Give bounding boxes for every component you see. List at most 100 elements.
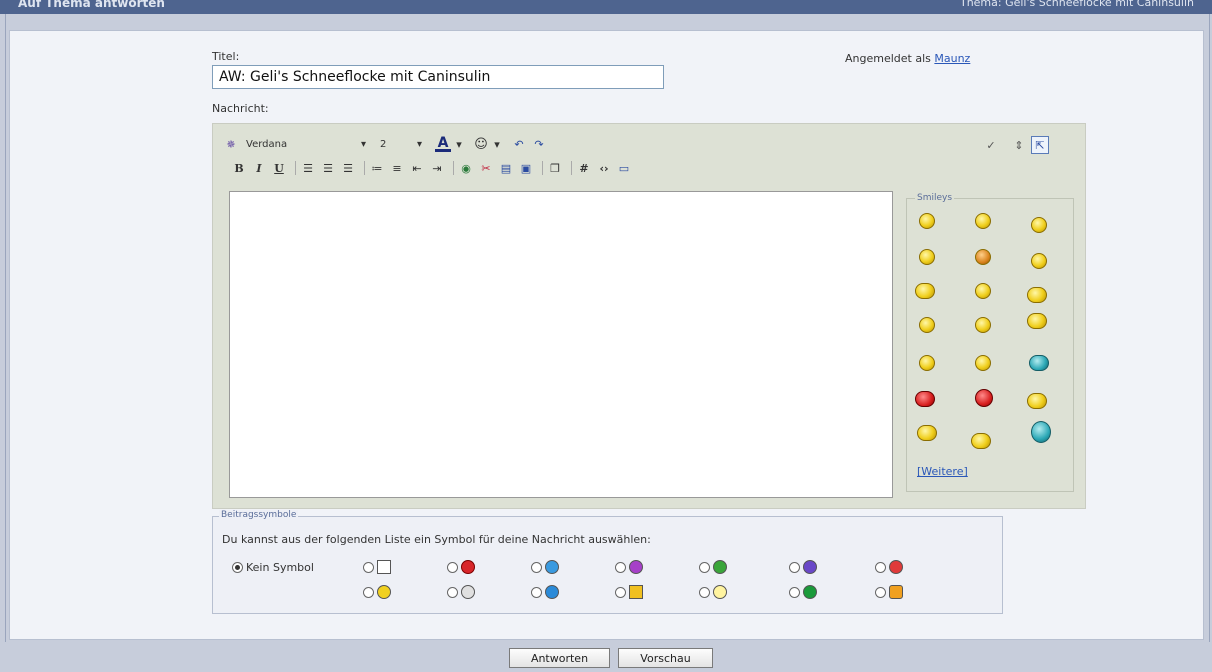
preview-button[interactable]: Vorschau	[618, 648, 713, 668]
post-icon-option[interactable]	[699, 560, 727, 574]
cool-icon	[461, 585, 475, 599]
heart-smiley-icon[interactable]	[975, 389, 993, 407]
italic-icon[interactable]: I	[251, 160, 267, 176]
radio-button[interactable]	[447, 561, 458, 573]
angry-icon	[713, 560, 727, 574]
wrap-php-icon[interactable]: ▭	[616, 160, 632, 176]
smiley-picker-icon[interactable]: ☺	[473, 136, 489, 152]
logged-in-prefix: Angemeldet als	[845, 52, 931, 65]
post-icon-option[interactable]	[531, 585, 559, 599]
username-link[interactable]: Maunz	[934, 52, 970, 65]
post-icon-none[interactable]: Kein Symbol	[232, 561, 314, 574]
insert-image-icon[interactable]: ▣	[518, 160, 534, 176]
smiley-icon[interactable]	[975, 249, 991, 265]
post-icon-option[interactable]	[363, 585, 391, 599]
underline-icon[interactable]: U	[271, 160, 287, 176]
post-icon-option[interactable]	[447, 560, 475, 574]
remove-link-icon[interactable]: ✂	[478, 160, 494, 176]
post-icon-option[interactable]	[447, 585, 475, 599]
chevron-down-icon[interactable]: ▾	[455, 136, 463, 152]
post-icon-option[interactable]	[699, 585, 727, 599]
smiley-icon[interactable]	[971, 433, 991, 449]
align-left-icon[interactable]: ☰	[300, 160, 316, 176]
thread-title: Thema: Geli's Schneeflocke mit Caninsuli…	[959, 0, 1194, 9]
radio-button[interactable]	[615, 561, 626, 573]
radio-button[interactable]	[363, 586, 374, 598]
wrap-code-icon[interactable]: #	[576, 160, 592, 176]
title-input[interactable]	[212, 65, 664, 89]
post-icon-option[interactable]	[363, 560, 391, 574]
chevron-down-icon[interactable]: ▾	[493, 136, 501, 152]
outdent-icon[interactable]: ⇤	[409, 160, 425, 176]
insert-attachment-icon[interactable]: ▤	[498, 160, 514, 176]
smiley-icon[interactable]	[919, 317, 935, 333]
smiley-icon[interactable]	[1027, 393, 1047, 409]
message-textarea[interactable]	[229, 191, 893, 498]
more-smileys-link[interactable]: [Weitere]	[917, 465, 968, 478]
logged-in-info: Angemeldet als Maunz	[845, 52, 970, 65]
align-right-icon[interactable]: ☰	[340, 160, 356, 176]
post-icon-option[interactable]	[615, 585, 643, 599]
radio-button[interactable]	[447, 586, 458, 598]
smiley-icon[interactable]	[975, 317, 991, 333]
smiley-icon[interactable]	[919, 355, 935, 371]
redo-icon[interactable]: ↷	[531, 136, 547, 152]
align-center-icon[interactable]: ☰	[320, 160, 336, 176]
radio-button[interactable]	[699, 586, 710, 598]
smiley-icon[interactable]	[975, 213, 991, 229]
post-icon-option[interactable]	[875, 585, 903, 599]
quote-icon[interactable]: ❐	[547, 160, 563, 176]
post-icon-option[interactable]	[789, 560, 817, 574]
smiley-icon[interactable]	[975, 355, 991, 371]
bold-icon[interactable]: B	[231, 160, 247, 176]
size-select[interactable]: 2 ▾	[377, 136, 425, 152]
radio-button[interactable]	[615, 586, 626, 598]
smiley-icon[interactable]	[1027, 313, 1047, 329]
smiley-icon[interactable]	[919, 249, 935, 265]
smiley-icon[interactable]	[1031, 421, 1051, 443]
post-icon-option[interactable]	[615, 560, 643, 574]
post-icon-option[interactable]	[531, 560, 559, 574]
message-label: Nachricht:	[212, 102, 269, 115]
font-select[interactable]: Verdana ▾	[243, 136, 369, 152]
radio-button[interactable]	[789, 586, 800, 598]
resize-icon[interactable]: ⇕	[1011, 137, 1027, 153]
unordered-list-icon[interactable]: ≡	[389, 160, 405, 176]
happy-icon	[377, 585, 391, 599]
radio-button[interactable]	[363, 561, 374, 573]
wrap-html-icon[interactable]: ‹›	[596, 160, 612, 176]
smiley-icon[interactable]	[1029, 355, 1049, 371]
smiley-icon[interactable]	[1027, 287, 1047, 303]
spellcheck-icon[interactable]: ✓	[983, 137, 999, 153]
remove-format-icon[interactable]: ✵	[223, 136, 239, 152]
chevron-down-icon: ▾	[360, 138, 366, 150]
toolbar-divider	[542, 161, 543, 175]
ordered-list-icon[interactable]: ≔	[369, 160, 385, 176]
smiley-icon[interactable]	[915, 283, 935, 299]
button-bar: Antworten Vorschau	[0, 642, 1212, 672]
smiley-icon[interactable]	[975, 283, 991, 299]
smiley-icon[interactable]	[1031, 217, 1047, 233]
post-icon-option[interactable]	[875, 560, 903, 574]
radio-button[interactable]	[531, 561, 542, 573]
smiley-icon[interactable]	[915, 391, 935, 407]
radio-button[interactable]	[789, 561, 800, 573]
reply-button[interactable]: Antworten	[509, 648, 610, 668]
radio-button[interactable]	[875, 586, 886, 598]
insert-link-icon[interactable]: ◉	[458, 160, 474, 176]
smiley-icon[interactable]	[917, 425, 937, 441]
toolbar-divider	[364, 161, 365, 175]
undo-icon[interactable]: ↶	[511, 136, 527, 152]
radio-button[interactable]	[699, 561, 710, 573]
smiley-icon[interactable]	[919, 213, 935, 229]
radio-button[interactable]	[232, 562, 243, 573]
post-icon-option[interactable]	[789, 585, 817, 599]
switch-mode-icon[interactable]: ⇱	[1031, 136, 1049, 154]
radio-button[interactable]	[531, 586, 542, 598]
chevron-down-icon: ▾	[416, 138, 422, 150]
smiley-icon[interactable]	[1031, 253, 1047, 269]
smileys-legend: Smileys	[915, 193, 955, 203]
font-color-icon[interactable]: A	[435, 135, 451, 152]
radio-button[interactable]	[875, 561, 886, 573]
indent-icon[interactable]: ⇥	[429, 160, 445, 176]
